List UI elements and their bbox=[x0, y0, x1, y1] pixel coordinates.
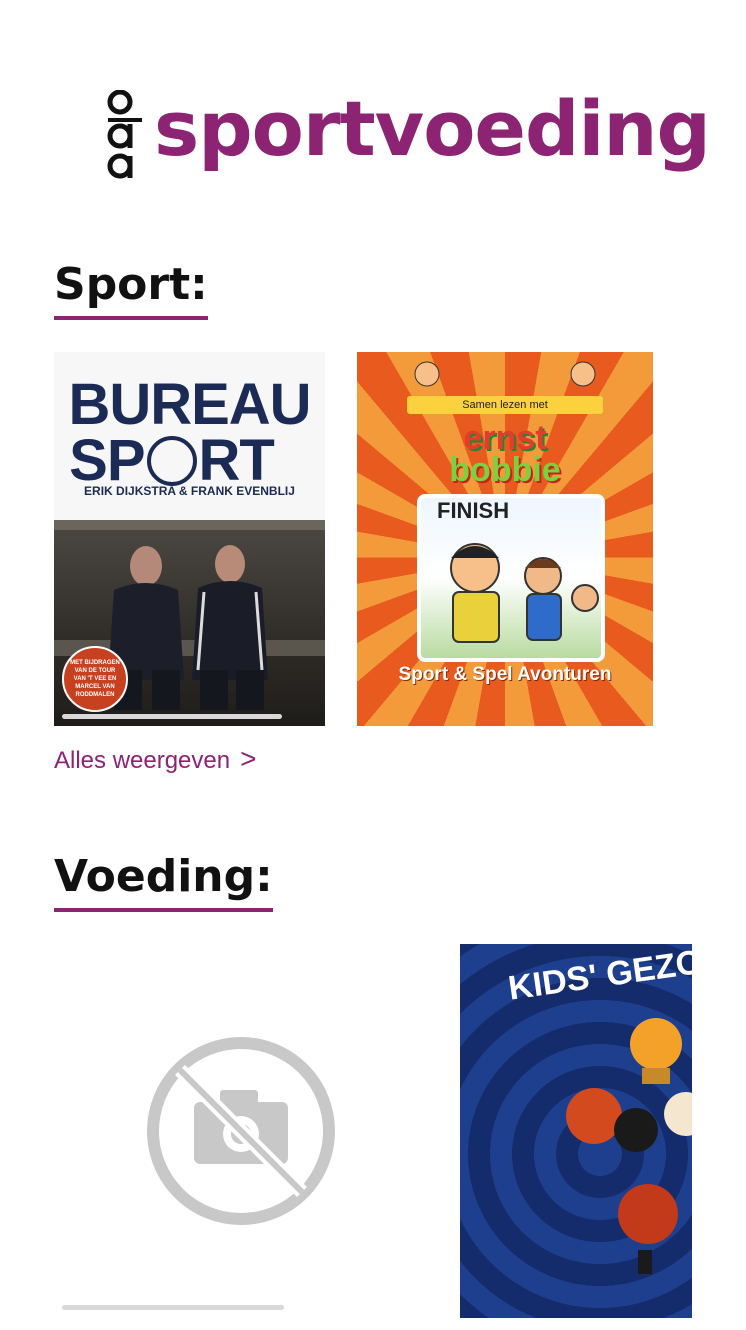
header: sportvoeding bbox=[0, 80, 746, 190]
chevron-right-icon: > bbox=[240, 743, 257, 774]
no-image-placeholder-icon bbox=[147, 1037, 335, 1225]
page-title: sportvoeding bbox=[154, 84, 711, 173]
cover-badge: MET BIJDRAGEN VAN DE TOUR VAN 'T VEE EN … bbox=[62, 646, 128, 712]
cover-title-line: BUREAU bbox=[68, 372, 311, 437]
bs-emblem-icon bbox=[146, 436, 197, 486]
fruit-characters-icon bbox=[566, 1018, 692, 1274]
cover-title-line: ernst bbox=[463, 419, 547, 457]
carousel-scrollbar[interactable] bbox=[62, 714, 282, 719]
cartoon-characters-icon bbox=[450, 543, 599, 643]
book-cover-ernst-bobbie[interactable]: Samen lezen met ernst bobbie FINISH Spor… bbox=[357, 352, 653, 726]
show-all-link[interactable]: Alles weergeven > bbox=[54, 742, 256, 778]
cover-title-line: bobbie bbox=[449, 451, 561, 489]
section-heading-voeding: Voeding: bbox=[54, 850, 273, 912]
cover-title-line: SP RT bbox=[69, 428, 275, 493]
book-cover-placeholder[interactable] bbox=[54, 944, 428, 1318]
cover-band: Samen lezen met bbox=[407, 396, 603, 414]
cover-finish-banner: FINISH bbox=[437, 498, 510, 523]
oba-logo-icon bbox=[107, 90, 142, 179]
cover-title-area: BUREAU SP RT ERIK DIJKSTRA & FRANK EVENBL… bbox=[54, 352, 325, 520]
carousel-scrollbar[interactable] bbox=[62, 1305, 284, 1310]
section-heading-sport: Sport: bbox=[54, 258, 208, 320]
book-cover-bureau-sport[interactable]: BUREAU SP RT ERIK DIJKSTRA & FRANK EVENBL… bbox=[54, 352, 325, 726]
book-cover-kids-gezond[interactable]: KIDS' GEZON bbox=[460, 944, 692, 1318]
cover-subtitle: Sport & Spel Avonturen bbox=[398, 664, 612, 685]
cover-authors: ERIK DIJKSTRA & FRANK EVENBLIJ bbox=[84, 484, 295, 498]
kids-reading-icon bbox=[414, 361, 596, 387]
